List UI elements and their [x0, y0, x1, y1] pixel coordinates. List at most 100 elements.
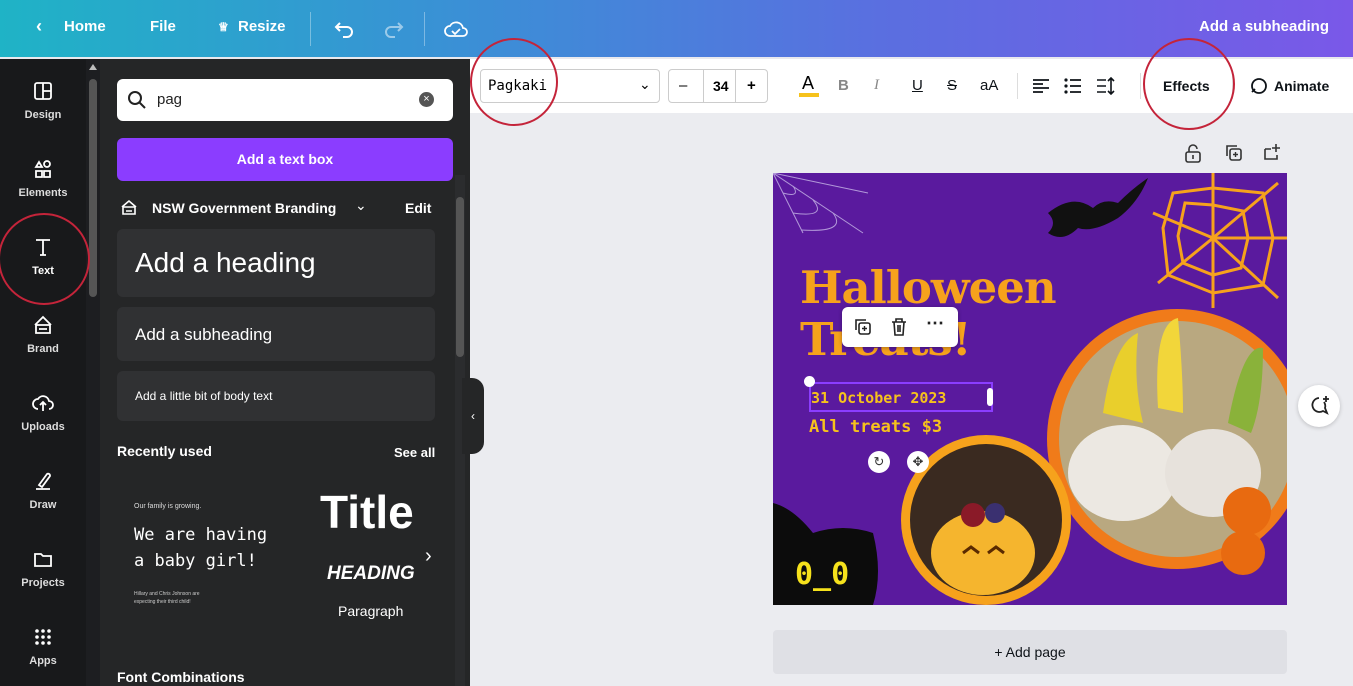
chevron-down-icon[interactable]: ⌄: [355, 197, 367, 214]
undo-icon[interactable]: [334, 20, 354, 38]
add-textbox-button[interactable]: Add a text box: [117, 138, 453, 181]
resize-button[interactable]: Resize: [238, 18, 286, 35]
underline-button[interactable]: U: [912, 77, 923, 94]
add-subheading-card[interactable]: Add a subheading: [117, 307, 435, 361]
rotate-icon[interactable]: ↻: [868, 451, 890, 473]
selected-text-box[interactable]: 31 October 2023: [809, 382, 993, 412]
annotation-circle-text: [0, 213, 90, 305]
price-text[interactable]: All treats $3: [809, 417, 942, 437]
duplicate-page-icon[interactable]: [1225, 144, 1243, 162]
top-bar: ‹ Home File ♕ Resize Add a subheading: [0, 0, 1353, 59]
template-text: Hillary and Chris Johnson are: [134, 591, 200, 597]
sidebar-item-label: Uploads: [21, 421, 65, 433]
bat-icon: [1048, 178, 1148, 237]
left-sidebar: Design Elements Text Brand Uploads Draw …: [0, 59, 86, 686]
rotate-handle[interactable]: [804, 376, 815, 387]
recently-used-heading: Recently used: [117, 443, 212, 459]
crown-icon: ♕: [218, 20, 229, 34]
bold-button[interactable]: B: [838, 77, 849, 94]
animate-button[interactable]: Animate: [1274, 78, 1329, 94]
letter-case-button[interactable]: aA: [980, 77, 998, 94]
pumpkin-orange: [1221, 531, 1265, 575]
redo-icon[interactable]: [384, 20, 404, 38]
template-text: expecting their third child!: [134, 599, 191, 605]
comment-add-icon: [1311, 396, 1329, 415]
sidebar-item-label: Design: [24, 109, 62, 121]
clear-search-icon[interactable]: ×: [419, 92, 434, 107]
move-icon[interactable]: ✥: [907, 451, 929, 473]
pen-icon: [36, 472, 51, 490]
divider: [424, 12, 425, 46]
add-heading-card[interactable]: Add a heading: [117, 229, 435, 297]
sidebar-item-elements[interactable]: Elements: [0, 147, 86, 217]
font-size-value[interactable]: 34: [713, 78, 729, 94]
design-title[interactable]: Add a subheading: [1199, 18, 1329, 35]
chevron-right-icon[interactable]: ›: [425, 545, 432, 568]
strikethrough-button[interactable]: S: [947, 77, 957, 94]
sidebar-item-label: Projects: [21, 577, 65, 589]
text-color-button[interactable]: A: [798, 73, 822, 99]
search-input[interactable]: pag ×: [117, 79, 453, 121]
divider: [1017, 73, 1018, 99]
see-all-link[interactable]: See all: [394, 445, 435, 460]
search-value: pag: [157, 91, 183, 108]
orange-web-icon: [1152, 173, 1287, 308]
add-comment-button[interactable]: [1298, 385, 1340, 427]
sidebar-item-uploads[interactable]: Uploads: [0, 381, 86, 451]
cat-eyes: 0_0: [795, 557, 850, 592]
duplicate-icon[interactable]: [854, 318, 872, 336]
sidebar-item-label: Apps: [29, 655, 57, 667]
sidebar-item-label: Draw: [29, 499, 57, 511]
add-body-text-card[interactable]: Add a little bit of body text: [117, 371, 435, 421]
grid-icon: [35, 629, 51, 645]
jackolantern-orange: [931, 511, 1035, 595]
mummy-apple: [1068, 425, 1178, 521]
sidebar-item-projects[interactable]: Projects: [0, 537, 86, 607]
recent-template-title[interactable]: Title HEADING Paragraph: [310, 477, 430, 627]
divider: [1140, 73, 1141, 99]
sidebar-item-draw[interactable]: Draw: [0, 459, 86, 529]
template-text: We are having: [134, 525, 268, 545]
increase-size-button[interactable]: +: [747, 77, 756, 94]
body-text-label: Add a little bit of body text: [135, 389, 273, 403]
search-icon: [128, 91, 146, 109]
scroll-up-icon[interactable]: [89, 64, 97, 70]
sidebar-item-brand[interactable]: Brand: [0, 303, 86, 373]
file-menu-button[interactable]: File: [150, 18, 176, 35]
list-icon[interactable]: [1064, 78, 1082, 94]
annotation-circle-font: [470, 38, 558, 126]
template-text: HEADING: [327, 563, 415, 584]
align-left-icon[interactable]: [1032, 78, 1050, 94]
scroll-thumb[interactable]: [456, 197, 464, 357]
brand-kit-dropdown[interactable]: NSW Government Branding: [152, 200, 336, 216]
home-button[interactable]: Home: [64, 18, 106, 35]
recent-template-baby[interactable]: Our family is growing. We are having a b…: [117, 477, 297, 627]
back-chevron-icon[interactable]: ‹: [36, 16, 42, 37]
layout-icon: [34, 82, 52, 100]
resize-handle[interactable]: [987, 388, 993, 406]
scroll-thumb[interactable]: [89, 79, 97, 297]
more-options-icon[interactable]: ⋯: [926, 313, 944, 334]
animate-icon[interactable]: [1248, 76, 1268, 96]
text-panel: pag × Add a text box NSW Government Bran…: [100, 59, 470, 686]
font-size-stepper[interactable]: – 34 +: [668, 69, 768, 103]
add-page-button[interactable]: + Add page: [773, 630, 1287, 674]
edit-brand-link[interactable]: Edit: [405, 200, 431, 216]
decrease-size-button[interactable]: –: [679, 77, 687, 94]
halloween-design-page[interactable]: Halloween Treats! 31 October 2023 All tr…: [773, 173, 1287, 605]
text-color-icon: A: [802, 73, 815, 93]
date-text[interactable]: 31 October 2023: [811, 389, 946, 407]
sidebar-scrollbar[interactable]: [86, 59, 100, 686]
lock-icon[interactable]: [1184, 143, 1202, 163]
brand-kit-icon: [121, 199, 137, 215]
italic-button[interactable]: I: [874, 77, 879, 94]
spacing-icon[interactable]: [1096, 76, 1116, 96]
trash-icon[interactable]: [890, 317, 908, 337]
add-page-icon[interactable]: [1263, 143, 1281, 161]
sidebar-item-apps[interactable]: Apps: [0, 615, 86, 685]
sidebar-item-design[interactable]: Design: [0, 69, 86, 139]
annotation-circle-effects: [1143, 38, 1235, 130]
collapse-panel-button[interactable]: ‹: [462, 378, 484, 454]
heading-label: Add a heading: [135, 247, 316, 278]
cloud-saved-icon[interactable]: [444, 18, 468, 40]
